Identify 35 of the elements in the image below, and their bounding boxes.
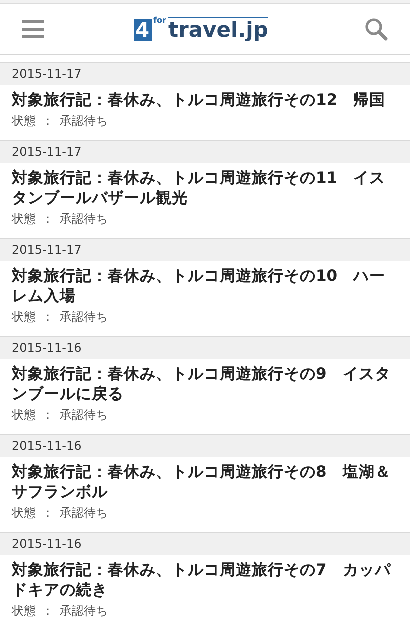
logo-mark: 4 bbox=[134, 19, 152, 41]
status-separator: ： bbox=[42, 211, 54, 228]
status-separator: ： bbox=[42, 113, 54, 130]
logo-text: travel.jp bbox=[168, 17, 268, 41]
status-label: 状態 bbox=[12, 505, 36, 522]
search-icon[interactable] bbox=[364, 17, 388, 41]
status-value: 承認待ち bbox=[60, 505, 108, 522]
entry-title[interactable]: 対象旅行記：春休み、トルコ周遊旅行その12 帰国 bbox=[12, 90, 398, 110]
status-label: 状態 bbox=[12, 603, 36, 620]
status-value: 承認待ち bbox=[60, 407, 108, 424]
status-label: 状態 bbox=[12, 113, 36, 130]
entry-title[interactable]: 対象旅行記：春休み、トルコ周遊旅行その7 カッパドキアの続き bbox=[12, 560, 398, 600]
entry-title[interactable]: 対象旅行記：春休み、トルコ周遊旅行その9 イスタンブールに戻る bbox=[12, 364, 398, 404]
entry-date: 2015-11-17 bbox=[12, 144, 82, 161]
status-separator: ： bbox=[42, 603, 54, 620]
entry-date: 2015-11-16 bbox=[12, 438, 82, 455]
entry-title[interactable]: 対象旅行記：春休み、トルコ周遊旅行その11 イスタンブールバザール観光 bbox=[12, 168, 398, 208]
status-label: 状態 bbox=[12, 309, 36, 326]
menu-icon[interactable] bbox=[22, 19, 44, 39]
entry-date: 2015-11-16 bbox=[12, 536, 82, 553]
status-label: 状態 bbox=[12, 407, 36, 424]
status-separator: ： bbox=[42, 505, 54, 522]
status-value: 承認待ち bbox=[60, 211, 108, 228]
entry-date: 2015-11-16 bbox=[12, 340, 82, 357]
entry-title[interactable]: 対象旅行記：春休み、トルコ周遊旅行その8 塩湖＆サフランボル bbox=[12, 462, 398, 502]
status-value: 承認待ち bbox=[60, 113, 108, 130]
status-value: 承認待ち bbox=[60, 309, 108, 326]
status-value: 承認待ち bbox=[60, 603, 108, 620]
status-separator: ： bbox=[42, 407, 54, 424]
entry-title[interactable]: 対象旅行記：春休み、トルコ周遊旅行その10 ハーレム入場 bbox=[12, 266, 398, 306]
logo-sub: for bbox=[154, 17, 166, 25]
entry-date: 2015-11-17 bbox=[12, 242, 82, 259]
status-label: 状態 bbox=[12, 211, 36, 228]
entry-date: 2015-11-17 bbox=[12, 66, 82, 83]
status-separator: ： bbox=[42, 309, 54, 326]
